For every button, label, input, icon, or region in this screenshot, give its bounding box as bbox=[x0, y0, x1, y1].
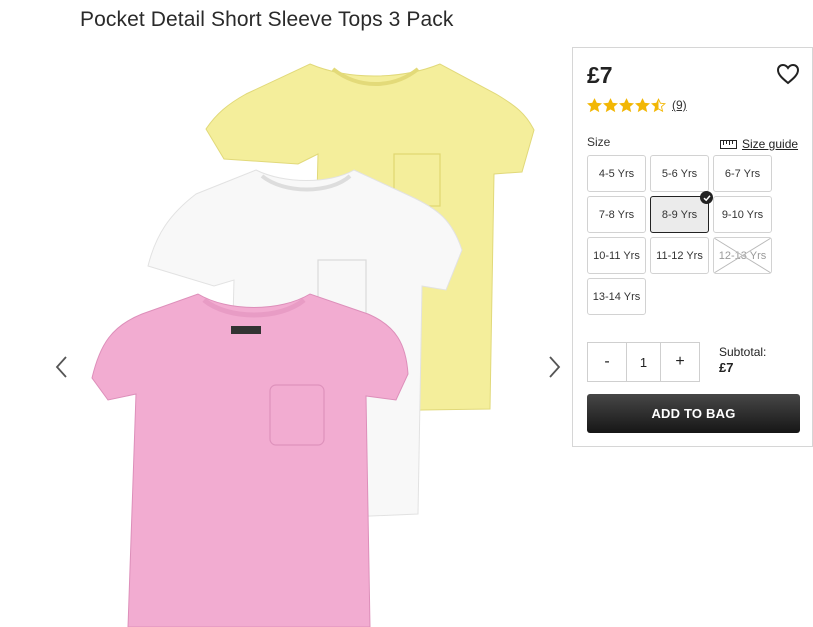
prev-image-button[interactable] bbox=[50, 352, 72, 382]
size-option-5-6-yrs[interactable]: 5-6 Yrs bbox=[650, 155, 709, 192]
size-option-label: 4-5 Yrs bbox=[598, 167, 635, 180]
star-icon bbox=[619, 97, 634, 112]
review-count-link[interactable]: (9) bbox=[672, 98, 687, 112]
wishlist-heart-icon[interactable] bbox=[776, 63, 800, 85]
next-image-button[interactable] bbox=[544, 352, 566, 382]
chevron-left-icon bbox=[55, 356, 67, 378]
size-option-11-12-yrs[interactable]: 11-12 Yrs bbox=[650, 237, 709, 274]
quantity-input[interactable]: 1 bbox=[626, 343, 661, 381]
size-option-label: 10-11 Yrs bbox=[593, 249, 640, 262]
chevron-right-icon bbox=[549, 356, 561, 378]
selected-check-icon bbox=[700, 191, 713, 204]
size-guide-link[interactable]: Size guide bbox=[720, 137, 798, 151]
size-guide-label: Size guide bbox=[742, 137, 799, 151]
star-icon bbox=[603, 97, 618, 112]
size-option-6-7-yrs[interactable]: 6-7 Yrs bbox=[713, 155, 772, 192]
subtotal: Subtotal: £7 bbox=[719, 345, 766, 375]
size-option-label: 9-10 Yrs bbox=[721, 208, 764, 221]
star-icon bbox=[651, 97, 666, 112]
product-price: £7 bbox=[587, 62, 613, 88]
star-icon bbox=[635, 97, 650, 112]
size-options: 4-5 Yrs 5-6 Yrs 6-7 Yrs 7-8 Yrs 8-9 Yrs 9-10 … bbox=[587, 155, 777, 315]
size-option-4-5-yrs[interactable]: 4-5 Yrs bbox=[587, 155, 646, 192]
size-option-label: 5-6 Yrs bbox=[661, 167, 698, 180]
quantity-stepper: - 1 + bbox=[587, 342, 700, 382]
size-option-label: 11-12 Yrs bbox=[656, 249, 703, 262]
increase-quantity-button[interactable]: + bbox=[661, 343, 699, 381]
product-rating: (9) bbox=[587, 97, 687, 113]
purchase-panel: £7 (9) Size Size guide 4-5 Yrs 5-6 Yrs 6-7… bbox=[572, 47, 813, 447]
size-option-12-13-yrs[interactable]: 12-13 Yrs bbox=[713, 237, 772, 274]
size-option-7-8-yrs[interactable]: 7-8 Yrs bbox=[587, 196, 646, 233]
add-to-bag-button[interactable]: ADD TO BAG bbox=[587, 394, 800, 433]
size-option-label: 13-14 Yrs bbox=[592, 290, 641, 303]
size-option-13-14-yrs[interactable]: 13-14 Yrs bbox=[587, 278, 646, 315]
ruler-icon bbox=[720, 139, 737, 149]
size-option-label: 8-9 Yrs bbox=[661, 208, 698, 221]
product-gallery bbox=[48, 44, 578, 627]
rating-stars bbox=[587, 97, 666, 113]
size-option-10-11-yrs[interactable]: 10-11 Yrs bbox=[587, 237, 646, 274]
subtotal-label: Subtotal: bbox=[719, 345, 767, 359]
size-option-9-10-yrs[interactable]: 9-10 Yrs bbox=[713, 196, 772, 233]
unavailable-cross-icon bbox=[714, 238, 771, 273]
product-title: Pocket Detail Short Sleeve Tops 3 Pack bbox=[80, 8, 454, 31]
size-label: Size bbox=[587, 135, 611, 149]
subtotal-value: £7 bbox=[719, 360, 734, 375]
size-option-label: 7-8 Yrs bbox=[598, 208, 635, 221]
size-option-8-9-yrs[interactable]: 8-9 Yrs bbox=[650, 191, 713, 233]
decrease-quantity-button[interactable]: - bbox=[588, 343, 626, 381]
pink-shirt bbox=[91, 293, 409, 627]
star-icon bbox=[587, 97, 602, 112]
size-option-label: 6-7 Yrs bbox=[724, 167, 761, 180]
product-image bbox=[91, 63, 535, 627]
